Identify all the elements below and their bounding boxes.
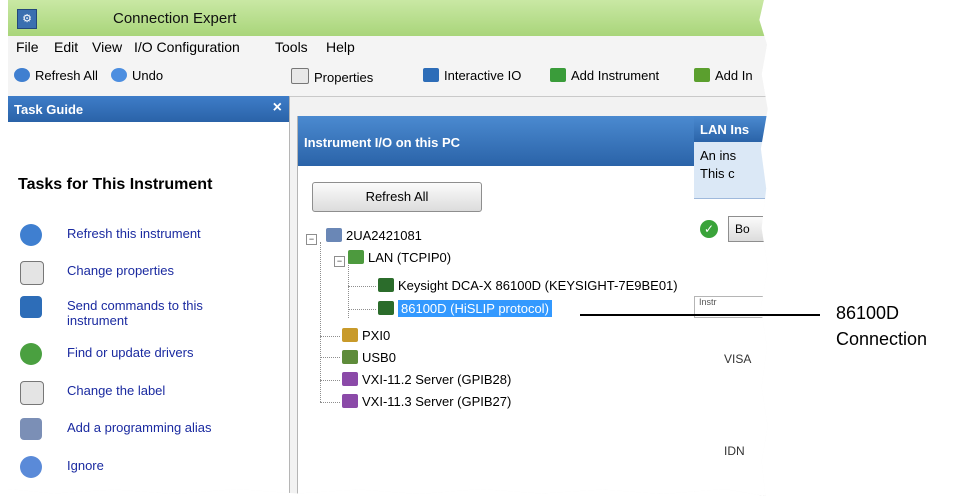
gpib-icon	[342, 394, 358, 408]
interactive-io-button[interactable]: Interactive IO	[423, 68, 521, 83]
menu-help[interactable]: Help	[326, 39, 355, 55]
edit-icon	[20, 381, 44, 405]
tree-line	[348, 286, 376, 287]
network-icon	[348, 250, 364, 264]
computer-icon	[326, 228, 342, 242]
tree-line	[320, 380, 340, 381]
menu-tools[interactable]: Tools	[275, 39, 308, 55]
menu-view[interactable]: View	[92, 39, 122, 55]
refresh-all-toolbar-button[interactable]: Refresh All	[14, 68, 98, 83]
idn-label: IDN	[724, 444, 745, 458]
refresh-icon	[14, 68, 30, 82]
toolbar: Refresh All Undo Properties Interactive …	[8, 58, 768, 97]
instrument-io-header: Instrument I/O on this PC	[298, 116, 694, 166]
window-title: Connection Expert	[113, 10, 237, 27]
add-interface-button[interactable]: Add In	[694, 68, 753, 83]
undo-button[interactable]: Undo	[111, 68, 163, 83]
download-icon	[20, 343, 42, 365]
gpib-icon	[342, 372, 358, 386]
collapse-toggle[interactable]: −	[334, 256, 345, 267]
task-guide-header: Task Guide ×	[8, 96, 289, 122]
app-window: ⚙ Connection Expert File Edit View I/O C…	[8, 0, 768, 496]
monitor-icon	[423, 68, 439, 82]
app-icon: ⚙	[17, 9, 37, 29]
collapse-toggle[interactable]: −	[306, 234, 317, 245]
properties-button[interactable]: Properties	[291, 68, 373, 85]
add-instrument-button[interactable]: Add Instrument	[550, 68, 659, 83]
undo-icon	[111, 68, 127, 82]
info-box: An ins This c	[694, 142, 768, 199]
ignore-icon	[20, 456, 42, 478]
terminal-icon	[20, 296, 42, 318]
tree-node-usb[interactable]: USB0	[342, 350, 396, 365]
callout-annotation: 86100D Connection	[836, 303, 928, 349]
tasks-title: Tasks for This Instrument	[18, 176, 213, 193]
menu-io-configuration[interactable]: I/O Configuration	[134, 39, 240, 55]
usb-icon	[342, 350, 358, 364]
callout-line	[580, 314, 820, 316]
tree-line	[320, 357, 340, 358]
add-instrument-icon	[550, 68, 566, 82]
tree-line	[348, 309, 376, 310]
check-icon: ✓	[700, 220, 718, 238]
lan-instrument-panel: LAN Ins An ins This c ✓ Bo Instr VISA ID…	[694, 116, 768, 496]
tree-line	[320, 336, 340, 337]
properties-icon	[291, 68, 309, 84]
add-interface-icon	[694, 68, 710, 82]
tree-line	[320, 402, 340, 403]
edit-icon	[20, 261, 44, 285]
menu-edit[interactable]: Edit	[54, 39, 78, 55]
tree-node-hislip[interactable]: 86100D (HiSLIP protocol)	[378, 300, 552, 317]
pxi-icon	[342, 328, 358, 342]
instrument-icon	[378, 301, 394, 315]
task-guide-panel: Task Guide × Tasks for This Instrument R…	[8, 96, 290, 496]
refresh-icon	[20, 224, 42, 246]
tree-node-vxi-11-3[interactable]: VXI-11.3 Server (GPIB27)	[342, 394, 511, 409]
tree-node-lan[interactable]: LAN (TCPIP0)	[348, 250, 451, 265]
menu-bar: File Edit View I/O Configuration Tools H…	[8, 36, 768, 59]
tree-line	[320, 242, 321, 402]
lan-instrument-header: LAN Ins	[694, 116, 768, 142]
menu-file[interactable]: File	[16, 39, 39, 55]
action-button[interactable]: Bo	[728, 216, 768, 242]
close-icon[interactable]: ×	[273, 99, 282, 117]
tree-node-vxi-11-2[interactable]: VXI-11.2 Server (GPIB28)	[342, 372, 511, 387]
alias-icon	[20, 418, 42, 440]
tree-node-pc[interactable]: 2UA2421081	[326, 228, 422, 243]
instrument-icon	[378, 278, 394, 292]
tree-node-pxi[interactable]: PXI0	[342, 328, 390, 343]
refresh-all-button[interactable]: Refresh All	[312, 182, 482, 212]
selected-node-label: 86100D (HiSLIP protocol)	[398, 300, 552, 317]
title-bar: ⚙ Connection Expert	[8, 0, 768, 36]
visa-label: VISA	[724, 352, 752, 366]
instrument-io-panel: Instrument I/O on this PC Refresh All − …	[297, 116, 695, 496]
tree-node-keysight-instrument[interactable]: Keysight DCA-X 86100D (KEYSIGHT-7E9BE01)	[378, 278, 678, 293]
